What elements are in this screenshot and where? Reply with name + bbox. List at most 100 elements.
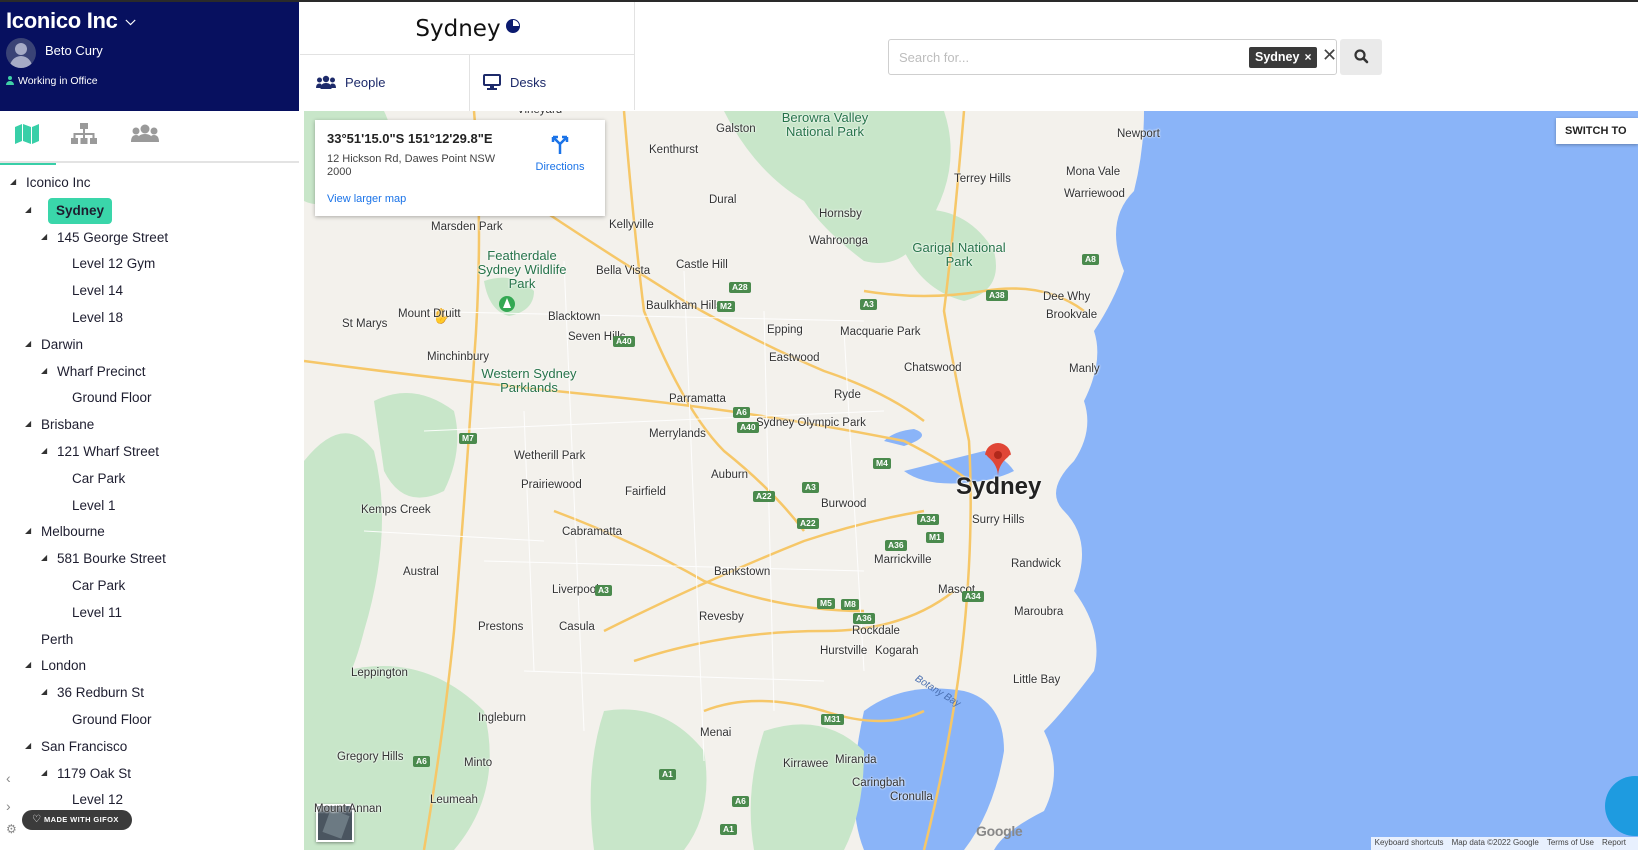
search-button[interactable] — [1340, 39, 1382, 75]
work-status[interactable]: Working in Office — [6, 75, 98, 87]
road-shield: A38 — [986, 290, 1008, 301]
tree-node[interactable]: Iconico Inc — [26, 172, 91, 195]
tab-people[interactable]: People — [300, 55, 470, 111]
map-place-label: Ingleburn — [478, 712, 526, 724]
expand-toggle-icon[interactable]: ◢ — [41, 553, 47, 562]
road-shield: A36 — [853, 613, 875, 624]
tree-node[interactable]: 581 Bourke Street — [57, 547, 166, 571]
tree-node-label: Perth — [41, 631, 74, 647]
embedded-map[interactable]: ✋ 33°51'15.0"S 151°12'29.8"E 12 Hickson … — [304, 111, 1638, 850]
map-view-tab[interactable] — [0, 123, 56, 165]
tree-node[interactable]: Level 1 — [72, 494, 116, 518]
tree-node-label: Car Park — [72, 578, 126, 593]
attribution-link[interactable]: Terms of Use — [1547, 838, 1594, 847]
road-shield: A8 — [1082, 254, 1099, 265]
expand-toggle-icon[interactable]: ◢ — [25, 660, 31, 669]
map-icon — [15, 124, 39, 144]
road-shield: A28 — [729, 282, 751, 293]
map-place-label: Liverpool — [552, 584, 599, 596]
tree-node[interactable]: Sydney — [48, 197, 113, 224]
gear-icon[interactable]: ⚙ — [6, 822, 17, 836]
directions-label: Directions — [535, 161, 585, 173]
attribution-link[interactable]: Keyboard shortcuts — [1375, 838, 1444, 847]
tab-desks[interactable]: Desks — [471, 55, 634, 111]
tree-node[interactable]: Level 11 — [72, 601, 122, 625]
map-place-label: Hornsby — [819, 208, 862, 220]
tree-node[interactable]: Ground Floor — [72, 708, 152, 732]
tree-node-label: 1179 Oak St — [57, 765, 132, 781]
directions-button[interactable]: Directions — [527, 132, 593, 173]
tree-node[interactable]: Level 12 — [72, 788, 123, 812]
expand-toggle-icon[interactable]: ◢ — [25, 741, 31, 750]
tree-node-label: 121 Wharf Street — [57, 444, 160, 459]
tree-node[interactable]: 145 George Street — [57, 226, 168, 250]
switch-view-button[interactable]: SWITCH TO — [1556, 118, 1638, 144]
expand-toggle-icon[interactable]: ◢ — [25, 419, 31, 428]
road-shield: M8 — [841, 599, 859, 610]
tree-node[interactable]: 36 Redburn St — [57, 681, 144, 705]
tree-node-label: 581 Bourke Street — [57, 551, 166, 567]
tree-node[interactable]: Level 12 Gym — [72, 252, 155, 276]
view-larger-map-link[interactable]: View larger map — [327, 193, 406, 205]
map-place-label: Baulkham Hills — [646, 300, 723, 312]
tree-node[interactable]: Ground Floor — [72, 386, 152, 410]
tree-node-label: Level 11 — [72, 604, 123, 620]
tree-node-label: Wharf Precinct — [57, 363, 146, 379]
map-place-label: Minto — [464, 757, 493, 769]
expand-toggle-icon[interactable]: ◢ — [10, 177, 16, 186]
expand-toggle-icon[interactable]: ◢ — [41, 768, 47, 777]
expand-toggle-icon[interactable]: ◢ — [25, 205, 31, 214]
expand-toggle-icon[interactable]: ◢ — [41, 446, 47, 455]
tree-node[interactable]: 121 Wharf Street — [57, 440, 159, 464]
tree-node[interactable]: San Francisco — [41, 735, 127, 759]
tree-node[interactable]: Car Park — [72, 574, 125, 598]
tree-node[interactable]: Darwin — [41, 333, 83, 357]
tree-node[interactable]: Car Park — [72, 467, 125, 491]
location-pin-icon[interactable] — [985, 443, 1011, 477]
tree-node[interactable]: Wharf Precinct — [57, 360, 146, 384]
tree-node-label: 145 George Street — [57, 229, 169, 245]
expand-toggle-icon[interactable]: ◢ — [25, 339, 31, 348]
road-shield: A22 — [753, 491, 775, 502]
expand-toggle-icon[interactable]: ◢ — [41, 366, 47, 375]
map-place-label: Brookvale — [1046, 309, 1098, 321]
org-switcher[interactable]: Iconico Inc ⌵ — [6, 8, 135, 34]
tree-node[interactable]: Level 14 — [72, 279, 123, 303]
tree-node[interactable]: London — [41, 654, 86, 678]
collapse-left-arrow-icon[interactable]: ‹ — [6, 770, 11, 786]
map-place-label: Kemps Creek — [361, 504, 431, 516]
road-shield: A1 — [720, 824, 737, 835]
map-place-label: Eastwood — [769, 352, 820, 364]
page-title: Sydney — [300, 16, 635, 42]
map-place-label: Menai — [700, 727, 732, 739]
clear-search-icon[interactable]: ✕ — [1322, 45, 1337, 66]
search-input[interactable] — [899, 47, 1229, 67]
tree-node[interactable]: Brisbane — [41, 413, 94, 437]
road-shield: A6 — [732, 796, 749, 807]
gifox-badge: MADE WITH GIFOX — [22, 810, 132, 830]
map-place-label: Caringbah — [852, 777, 906, 789]
expand-toggle-icon[interactable]: ◢ — [41, 687, 47, 696]
road-shield: M7 — [459, 433, 477, 444]
chip-remove-icon[interactable]: × — [1304, 50, 1311, 64]
tree-node[interactable]: Melbourne — [41, 520, 105, 544]
road-shield: A36 — [885, 540, 907, 551]
map-place-label: Surry Hills — [972, 514, 1025, 526]
location-header: Sydney People Desks — [300, 2, 635, 111]
road-shield: M1 — [926, 532, 944, 543]
tab-people-label: People — [345, 75, 386, 90]
avatar[interactable] — [6, 38, 36, 68]
expand-right-arrow-icon[interactable]: › — [6, 798, 11, 814]
people-view-tab[interactable] — [131, 123, 159, 149]
tree-node[interactable]: 1179 Oak St — [57, 762, 131, 786]
org-chart-view-tab[interactable] — [71, 123, 99, 149]
attribution-link[interactable]: Map data ©2022 Google — [1452, 838, 1539, 847]
tree-node[interactable]: Perth — [41, 628, 73, 652]
location-title: Sydney — [415, 16, 501, 42]
expand-toggle-icon[interactable]: ◢ — [25, 526, 31, 535]
attribution-link[interactable]: Report — [1602, 838, 1626, 847]
tree-node[interactable]: Level 18 — [72, 306, 123, 330]
org-name: Iconico Inc — [6, 8, 118, 33]
tree-node-label: San Francisco — [41, 738, 128, 754]
expand-toggle-icon[interactable]: ◢ — [41, 232, 47, 241]
